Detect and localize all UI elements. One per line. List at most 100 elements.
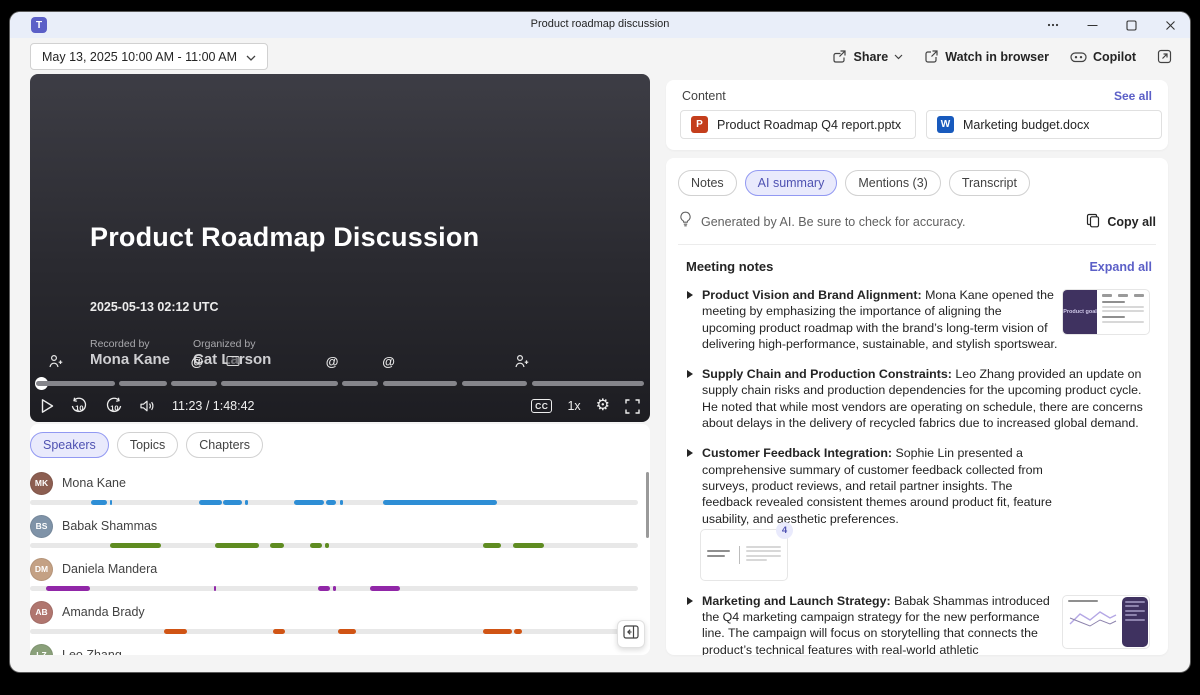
note-item: Customer Feedback Integration: Sophie Li… xyxy=(686,445,1152,578)
app-window: T Product roadmap discussion May 13, 202… xyxy=(10,12,1190,672)
volume-button[interactable] xyxy=(139,399,155,413)
expand-all-link[interactable]: Expand all xyxy=(1089,260,1152,274)
share-button[interactable]: Share xyxy=(831,49,903,64)
note-title: Product Vision and Brand Alignment: xyxy=(702,288,922,302)
speaker-row[interactable]: AB Amanda Brady xyxy=(30,600,640,643)
clip-marker-icon[interactable] xyxy=(226,354,239,370)
speaker-timeline[interactable] xyxy=(30,586,638,591)
avatar: BS xyxy=(30,515,53,538)
see-all-link[interactable]: See all xyxy=(1114,89,1152,103)
expand-caret-icon[interactable] xyxy=(687,597,693,605)
speaker-row[interactable]: BS Babak Shammas xyxy=(30,514,640,557)
file-name: Marketing budget.docx xyxy=(963,118,1089,132)
note-title: Marketing and Launch Strategy: xyxy=(702,594,891,608)
speaker-timeline[interactable] xyxy=(30,500,638,505)
expand-caret-icon[interactable] xyxy=(687,449,693,457)
progress-bar[interactable] xyxy=(36,381,644,386)
content-heading: Content xyxy=(682,89,726,103)
closed-captions-button[interactable]: CC xyxy=(531,399,552,413)
chevron-down-icon xyxy=(246,50,256,64)
panel-toggle-icon xyxy=(623,625,639,644)
svg-text:10: 10 xyxy=(75,404,83,413)
rewind-10-icon[interactable]: 10 xyxy=(69,397,89,415)
thumbnail-label: Product goal xyxy=(1063,309,1097,315)
powerpoint-file-icon: P xyxy=(691,116,708,133)
ai-notice-banner: Generated by AI. Be sure to check for ac… xyxy=(678,211,1156,245)
tab-chapters[interactable]: Chapters xyxy=(186,432,263,458)
speaker-name: Amanda Brady xyxy=(62,605,145,619)
person-add-marker-icon[interactable] xyxy=(49,354,64,373)
maximize-button[interactable] xyxy=(1126,20,1137,31)
slide-thumbnail[interactable] xyxy=(1062,595,1150,649)
meeting-notes-heading: Meeting notes xyxy=(686,259,773,274)
video-slide-title: Product Roadmap Discussion xyxy=(90,222,479,253)
tab-mentions[interactable]: Mentions (3) xyxy=(845,170,940,196)
open-external-icon xyxy=(924,49,939,64)
organized-by-label: Organized by xyxy=(193,338,255,350)
forward-10-icon[interactable]: 10 xyxy=(104,397,124,415)
content-section: Content See all P Product Roadmap Q4 rep… xyxy=(666,80,1168,150)
pop-out-icon xyxy=(1157,49,1172,64)
slide-thumbnail[interactable]: 4 xyxy=(700,529,788,581)
copilot-icon xyxy=(1070,49,1087,64)
person-add-icon xyxy=(515,354,530,369)
date-range-label: May 13, 2025 10:00 AM - 11:00 AM xyxy=(42,50,237,64)
copilot-button[interactable]: Copilot xyxy=(1070,49,1136,64)
window-title: Product roadmap discussion xyxy=(531,18,670,30)
expand-caret-icon[interactable] xyxy=(687,370,693,378)
tab-topics[interactable]: Topics xyxy=(117,432,178,458)
note-item: Product Vision and Brand Alignment: Mona… xyxy=(686,287,1152,352)
speaker-row[interactable]: DM Daniela Mandera xyxy=(30,557,640,600)
speaker-name: Leo Zhang xyxy=(62,648,122,655)
speaker-list: MK Mona Kane BS Babak Shammas DM Daniela… xyxy=(30,464,640,655)
play-button[interactable] xyxy=(40,398,54,414)
time-display: 11:23 / 1:48:42 xyxy=(172,399,254,413)
svg-text:10: 10 xyxy=(110,404,118,413)
minimize-button[interactable] xyxy=(1087,20,1098,31)
copy-all-button[interactable]: Copy all xyxy=(1086,213,1156,231)
tab-speakers[interactable]: Speakers xyxy=(30,432,109,458)
speaker-timeline[interactable] xyxy=(30,543,638,548)
mention-marker-icon[interactable]: @ xyxy=(191,354,204,370)
person-add-icon xyxy=(49,354,64,369)
note-item: Supply Chain and Production Constraints:… xyxy=(686,366,1152,431)
mention-marker-icon[interactable]: @ xyxy=(326,354,339,370)
playback-rate-button[interactable]: 1x xyxy=(567,399,580,413)
scrollbar-thumb[interactable] xyxy=(646,472,649,538)
copilot-label: Copilot xyxy=(1093,50,1136,64)
watch-in-browser-button[interactable]: Watch in browser xyxy=(924,49,1049,64)
close-button[interactable] xyxy=(1165,20,1176,31)
tab-notes[interactable]: Notes xyxy=(678,170,737,196)
word-file-icon: W xyxy=(937,116,954,133)
file-chip-pptx[interactable]: P Product Roadmap Q4 report.pptx xyxy=(680,110,916,139)
video-player[interactable]: Product Roadmap Discussion 2025-05-13 02… xyxy=(30,74,650,422)
settings-gear-icon[interactable]: ⚙ xyxy=(596,398,610,414)
share-icon xyxy=(831,49,847,64)
recap-panel: Notes AI summary Mentions (3) Transcript… xyxy=(666,158,1168,655)
speaker-timeline[interactable] xyxy=(30,629,638,634)
ai-notice-text: Generated by AI. Be sure to check for ac… xyxy=(701,215,965,229)
file-chip-docx[interactable]: W Marketing budget.docx xyxy=(926,110,1162,139)
mini-line-chart xyxy=(1068,604,1118,632)
speaker-row[interactable]: LZ Leo Zhang xyxy=(30,643,640,655)
tab-ai-summary[interactable]: AI summary xyxy=(745,170,838,196)
speaker-name: Daniela Mandera xyxy=(62,562,157,576)
fullscreen-button[interactable] xyxy=(625,399,640,414)
date-range-dropdown[interactable]: May 13, 2025 10:00 AM - 11:00 AM xyxy=(30,43,268,70)
more-options-button[interactable] xyxy=(1047,23,1059,27)
video-slide-timestamp: 2025-05-13 02:12 UTC xyxy=(90,300,219,314)
open-side-panel-button[interactable] xyxy=(617,620,645,648)
watch-in-browser-label: Watch in browser xyxy=(945,50,1049,64)
expand-caret-icon[interactable] xyxy=(687,291,693,299)
chevron-down-icon xyxy=(894,54,903,60)
speaker-row[interactable]: MK Mona Kane xyxy=(30,471,640,514)
copy-all-label: Copy all xyxy=(1107,215,1156,229)
timeline-markers[interactable]: @ @ @ xyxy=(36,354,644,374)
pop-out-button[interactable] xyxy=(1157,49,1172,64)
title-bar: T Product roadmap discussion xyxy=(10,12,1190,38)
person-add-marker-icon[interactable] xyxy=(515,354,530,373)
tab-transcript[interactable]: Transcript xyxy=(949,170,1030,196)
mention-marker-icon[interactable]: @ xyxy=(382,354,395,370)
slide-thumbnail[interactable]: Product goal xyxy=(1062,289,1150,335)
share-label: Share xyxy=(853,50,888,64)
